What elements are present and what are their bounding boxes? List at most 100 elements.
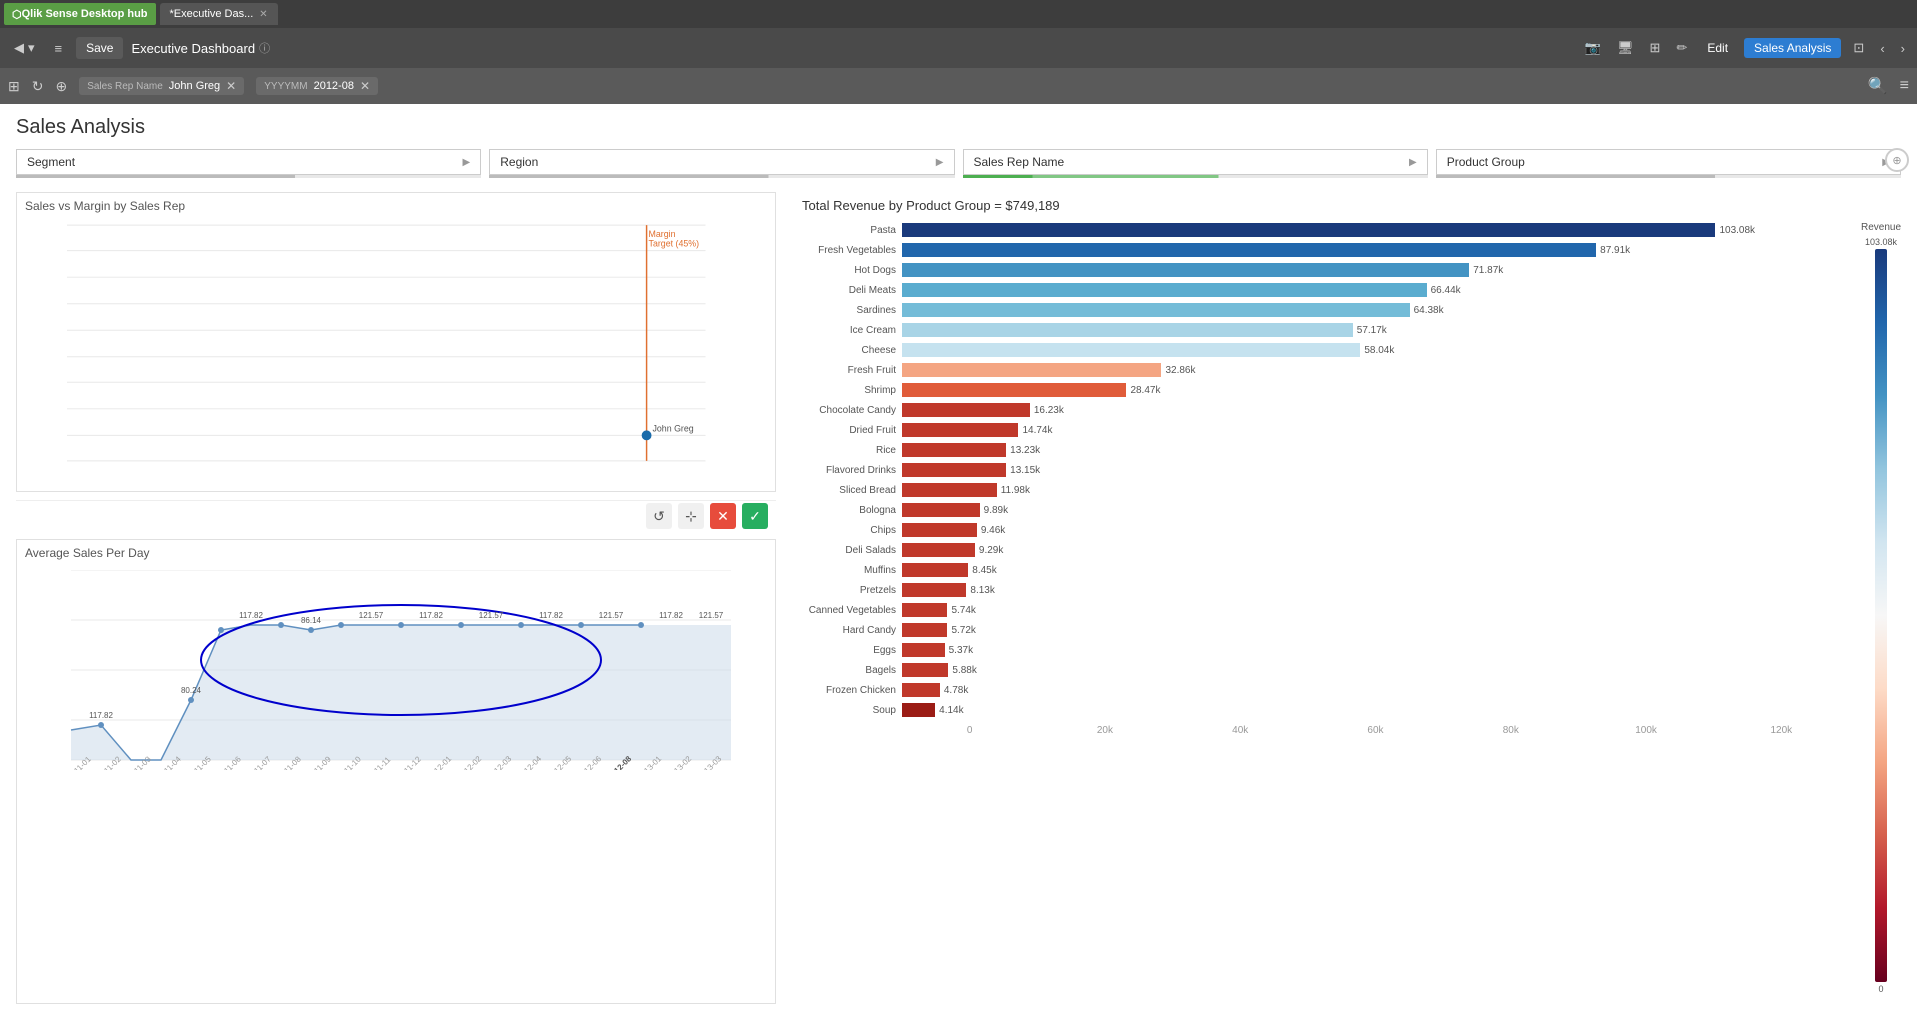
info-icon: ⓘ [259,40,270,56]
lasso-button[interactable]: ⊹ [678,503,704,529]
bar-label: Sardines [792,305,902,316]
bar-row: Deli Salads9.29k [792,541,1849,559]
camera-icon[interactable]: 📷 [1581,36,1605,60]
analysis-button[interactable]: Sales Analysis [1744,38,1841,58]
bar-label: Flavored Drinks [792,465,902,476]
bar-fill [902,603,947,617]
bar-row: Cheese58.04k [792,341,1849,359]
bar-value: 5.37k [949,645,973,656]
cancel-annotation-button[interactable]: ✕ [710,503,736,529]
filter-salesrep-close[interactable]: ✕ [226,79,236,93]
dropdown-icon: ▾ [28,40,35,56]
bar-fill [902,323,1353,337]
bar-fill [902,423,1018,437]
region-dropdown[interactable]: Region ▶ [489,149,954,175]
main-content: Sales Analysis Segment ▶ Region ▶ Sales … [0,104,1917,1020]
charts-area: Sales vs Margin by Sales Rep [16,192,1901,1004]
productgroup-dropdown[interactable]: Product Group ▶ [1436,149,1901,175]
bar-track: 8.13k [902,583,1849,597]
bar-track: 103.08k [902,223,1849,237]
back-button[interactable]: ◀ ▾ [8,36,41,60]
filter-search-icon[interactable]: 🔍 [1868,76,1888,96]
bar-track: 87.91k [902,243,1849,257]
bar-value: 5.72k [951,625,975,636]
bar-fill [902,403,1030,417]
menu-button[interactable]: ≡ [49,37,69,60]
filter-menu-icon[interactable]: ≡ [1900,77,1909,95]
arrow-left-icon[interactable]: ‹ [1876,37,1888,60]
confirm-annotation-button[interactable]: ✓ [742,503,768,529]
svg-text:117.82: 117.82 [239,611,263,620]
grid2-icon[interactable]: ⊡ [1849,36,1868,60]
bar-label: Muffins [792,565,902,576]
bar-track: 11.98k [902,483,1849,497]
salesrep-dropdown-wrapper: Sales Rep Name ▶ [963,149,1428,178]
bar-track: 9.29k [902,543,1849,557]
bar-label: Dried Fruit [792,425,902,436]
bar-value: 13.15k [1010,465,1040,476]
bar-value: 87.91k [1600,245,1630,256]
filter-salesrep[interactable]: Sales Rep Name John Greg ✕ [79,77,244,95]
bar-label: Deli Salads [792,545,902,556]
arrow-right-icon[interactable]: › [1897,37,1909,60]
bar-track: 32.86k [902,363,1849,377]
bar-row: Soup4.14k [792,701,1849,719]
bar-value: 11.98k [1001,485,1030,496]
expand-icon[interactable]: ⊕ [1885,148,1909,172]
bar-value: 14.74k [1022,425,1052,436]
bar-value: 4.78k [944,685,968,696]
svg-text:Target (45%): Target (45%) [649,239,700,249]
filter-date-value: 2012-08 [314,80,354,92]
edit-button[interactable]: Edit [1699,38,1736,58]
bar-fill [902,583,966,597]
tab-close-icon[interactable]: ✕ [259,9,267,20]
bar-chart-rows: Pasta103.08kFresh Vegetables87.91kHot Do… [792,221,1849,719]
salesrep-dropdown[interactable]: Sales Rep Name ▶ [963,149,1428,175]
bar-chart-scroll[interactable]: Pasta103.08kFresh Vegetables87.91kHot Do… [792,219,1853,1004]
segment-dropdown[interactable]: Segment ▶ [16,149,481,175]
scatter-point [642,430,652,440]
segment-label: Segment [27,155,75,169]
bar-value: 71.87k [1473,265,1503,276]
bar-label: Cheese [792,345,902,356]
filter-date[interactable]: YYYYMM 2012-08 ✕ [256,77,378,95]
bar-label: Hard Candy [792,625,902,636]
screen-icon[interactable]: 🖥 [1613,36,1638,60]
pencil-icon[interactable]: ✏ [1672,36,1691,60]
bar-row: Fresh Fruit32.86k [792,361,1849,379]
bar-label: Pasta [792,225,902,236]
page-title: Sales Analysis [16,116,1901,139]
resize-icon: ⊞ [8,78,20,95]
bar-track: 14.74k [902,423,1849,437]
svg-text:121.57: 121.57 [599,611,624,620]
grid-icon[interactable]: ⊞ [1646,36,1665,60]
bar-row: Sardines64.38k [792,301,1849,319]
bar-chart-wrapper: Total Revenue by Product Group = $749,18… [792,192,1853,1004]
color-scale-min: 0 [1878,984,1883,994]
bar-row: Hot Dogs71.87k [792,261,1849,279]
bar-label: Eggs [792,645,902,656]
bar-fill [902,523,977,537]
active-tab[interactable]: *Executive Das... ✕ [160,3,278,25]
bar-track: 5.74k [902,603,1849,617]
bar-row: Pretzels8.13k [792,581,1849,599]
bar-value: 32.86k [1165,365,1195,376]
svg-text:121.57: 121.57 [359,611,384,620]
productgroup-bar [1436,175,1901,178]
bar-track: 28.47k [902,383,1849,397]
app-title-text: Executive Dashboard [131,41,255,56]
color-scale-title: Revenue [1861,222,1901,233]
settings-icon: ⊕ [55,78,67,95]
bar-x-axis: 0 20k 40k 60k 80k 100k 120k [902,721,1849,736]
svg-text:2011-03: 2011-03 [126,754,153,770]
filter-date-close[interactable]: ✕ [360,79,370,93]
svg-text:80.24: 80.24 [181,686,202,695]
salesrep-label: Sales Rep Name [974,155,1065,169]
segment-bar [16,175,481,178]
region-bar [489,175,954,178]
hub-tab[interactable]: ⬡ Qlik Sense Desktop hub [4,3,156,25]
save-button[interactable]: Save [76,37,123,59]
bar-row: Eggs 5.37k [792,641,1849,659]
reset-annotation-button[interactable]: ↺ [646,503,672,529]
bar-value: 8.45k [972,565,996,576]
